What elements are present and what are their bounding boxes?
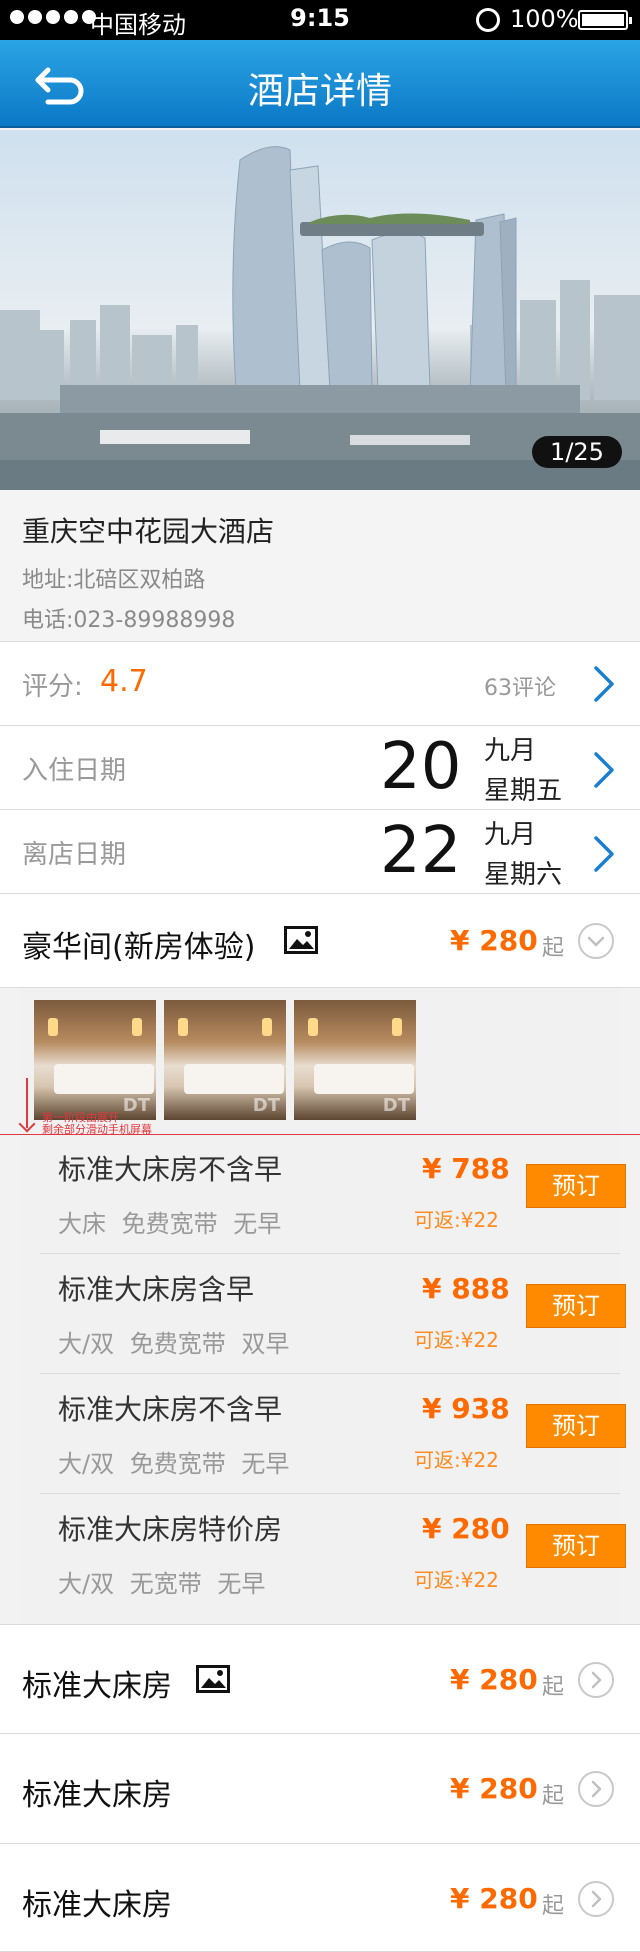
checkin-month: 九月 — [484, 736, 537, 766]
room-type-row[interactable]: 标准大床房 ¥ 280 起 — [0, 1624, 640, 1734]
offer-refund: 可返:¥22 — [414, 1328, 499, 1352]
thumbnail-watermark: DT — [252, 1095, 280, 1116]
room-price: ¥ 280 — [450, 1772, 538, 1805]
rating-label: 评分: — [22, 672, 83, 702]
offer-refund: 可返:¥22 — [414, 1208, 499, 1232]
annotation-note: 第一阶段由展开 剩余部分滑动手机屏幕 — [42, 1111, 152, 1136]
offer-price: ¥ 280 — [422, 1512, 510, 1545]
chevron-right-icon[interactable] — [578, 1881, 614, 1917]
hotel-name: 重庆空中花园大酒店 — [22, 515, 275, 548]
chevron-right-icon — [594, 752, 614, 788]
room-price: ¥ 280 — [450, 1882, 538, 1915]
annotation-fold-line — [0, 1134, 640, 1135]
room-thumbnails: DT DT DT — [34, 1000, 416, 1120]
nav-bar: 酒店详情 — [0, 40, 640, 128]
room-type-row[interactable]: 标准大床房 ¥ 280 起 — [0, 1734, 640, 1844]
hotel-photo-gallery[interactable]: 1/25 — [0, 130, 640, 490]
room-thumbnail[interactable]: DT — [34, 1000, 156, 1120]
price-from-label: 起 — [542, 1784, 565, 1809]
chevron-down-icon[interactable] — [578, 923, 614, 959]
checkin-weekday: 星期五 — [484, 776, 563, 806]
offer-refund: 可返:¥22 — [414, 1568, 499, 1592]
offer-price: ¥ 788 — [422, 1152, 510, 1185]
offer-details: 大/双 无宽带 无早 — [58, 1570, 266, 1598]
thumbnail-watermark: DT — [382, 1095, 410, 1116]
offer-name: 标准大床房含早 — [58, 1273, 255, 1306]
offer-name: 标准大床房特价房 — [58, 1513, 283, 1546]
room-type-row[interactable]: 标准大床房 ¥ 280 起 — [0, 1844, 640, 1952]
page-title: 酒店详情 — [247, 71, 392, 112]
room-price: ¥ 280 — [450, 1663, 538, 1696]
status-bar: 中国移动 9:15 100% — [0, 0, 640, 40]
checkin-day: 20 — [380, 730, 462, 804]
price-from-label: 起 — [542, 1675, 565, 1700]
rotation-lock-icon — [476, 8, 500, 32]
chevron-right-icon[interactable] — [578, 1771, 614, 1807]
offer-details: 大/双 免费宽带 无早 — [58, 1450, 290, 1478]
room-type-name: 标准大床房 — [22, 1669, 172, 1704]
book-button[interactable]: 预订 — [526, 1284, 626, 1328]
offer-name: 标准大床房不含早 — [58, 1393, 283, 1426]
room-offer: 标准大床房特价房 大/双 无宽带 无早 ¥ 280 可返:¥22 预订 — [40, 1494, 626, 1614]
offer-details: 大/双 免费宽带 双早 — [58, 1330, 290, 1358]
price-from-label: 起 — [542, 1894, 565, 1919]
room-type-name: 标准大床房 — [22, 1888, 172, 1923]
room-type-header-expanded[interactable]: 豪华间(新房体验) ¥ 280 起 — [0, 894, 640, 988]
room-thumbnail[interactable]: DT — [294, 1000, 416, 1120]
offer-name: 标准大床房不含早 — [58, 1153, 283, 1186]
checkout-row[interactable]: 离店日期 22 九月 星期六 — [0, 810, 640, 894]
price-from-label: 起 — [542, 936, 565, 961]
room-offers-panel: DT DT DT 标准大床房不含早 大床 免费宽带 无早 ¥ 788 可返:¥2… — [20, 988, 626, 1624]
hotel-address: 地址:北碚区双柏路 — [22, 568, 206, 593]
room-offer: 标准大床房含早 大/双 免费宽带 双早 ¥ 888 可返:¥22 预订 — [40, 1254, 626, 1374]
book-button[interactable]: 预订 — [526, 1164, 626, 1208]
review-count: 63评论 — [484, 676, 556, 701]
checkin-label: 入住日期 — [22, 756, 127, 786]
book-button[interactable]: 预订 — [526, 1524, 626, 1568]
chevron-right-icon[interactable] — [578, 1662, 614, 1698]
hotel-phone[interactable]: 电话:023-89988998 — [22, 602, 235, 634]
offer-price: ¥ 888 — [422, 1272, 510, 1305]
checkout-month: 九月 — [484, 820, 537, 850]
image-icon[interactable] — [284, 926, 318, 954]
offer-details: 大床 免费宽带 无早 — [58, 1210, 282, 1238]
chevron-right-icon — [594, 666, 614, 702]
room-offer: 标准大床房不含早 大床 免费宽带 无早 ¥ 788 可返:¥22 预订 — [40, 1134, 626, 1254]
room-offer: 标准大床房不含早 大/双 免费宽带 无早 ¥ 938 可返:¥22 预订 — [40, 1374, 626, 1494]
battery-percent: 100% — [510, 5, 579, 33]
room-thumbnail[interactable]: DT — [164, 1000, 286, 1120]
checkout-day: 22 — [380, 814, 462, 888]
checkout-label: 离店日期 — [22, 840, 127, 870]
book-button[interactable]: 预订 — [526, 1404, 626, 1448]
hotel-info: 重庆空中花园大酒店 地址:北碚区双柏路 电话:023-89988998 — [0, 490, 640, 642]
room-price: ¥ 280 — [450, 924, 538, 957]
annotation-arrow — [26, 1078, 28, 1128]
checkout-weekday: 星期六 — [484, 860, 563, 890]
room-type-name: 豪华间(新房体验) — [22, 930, 256, 965]
checkin-row[interactable]: 入住日期 20 九月 星期五 — [0, 726, 640, 810]
offer-refund: 可返:¥22 — [414, 1448, 499, 1472]
room-type-name: 标准大床房 — [22, 1778, 172, 1813]
image-icon[interactable] — [196, 1665, 230, 1693]
offer-price: ¥ 938 — [422, 1392, 510, 1425]
chevron-right-icon — [594, 836, 614, 872]
rating-row[interactable]: 评分: 4.7 63评论 — [0, 642, 640, 726]
rating-score: 4.7 — [100, 664, 148, 699]
battery-icon — [578, 10, 632, 30]
photo-counter: 1/25 — [532, 436, 622, 468]
